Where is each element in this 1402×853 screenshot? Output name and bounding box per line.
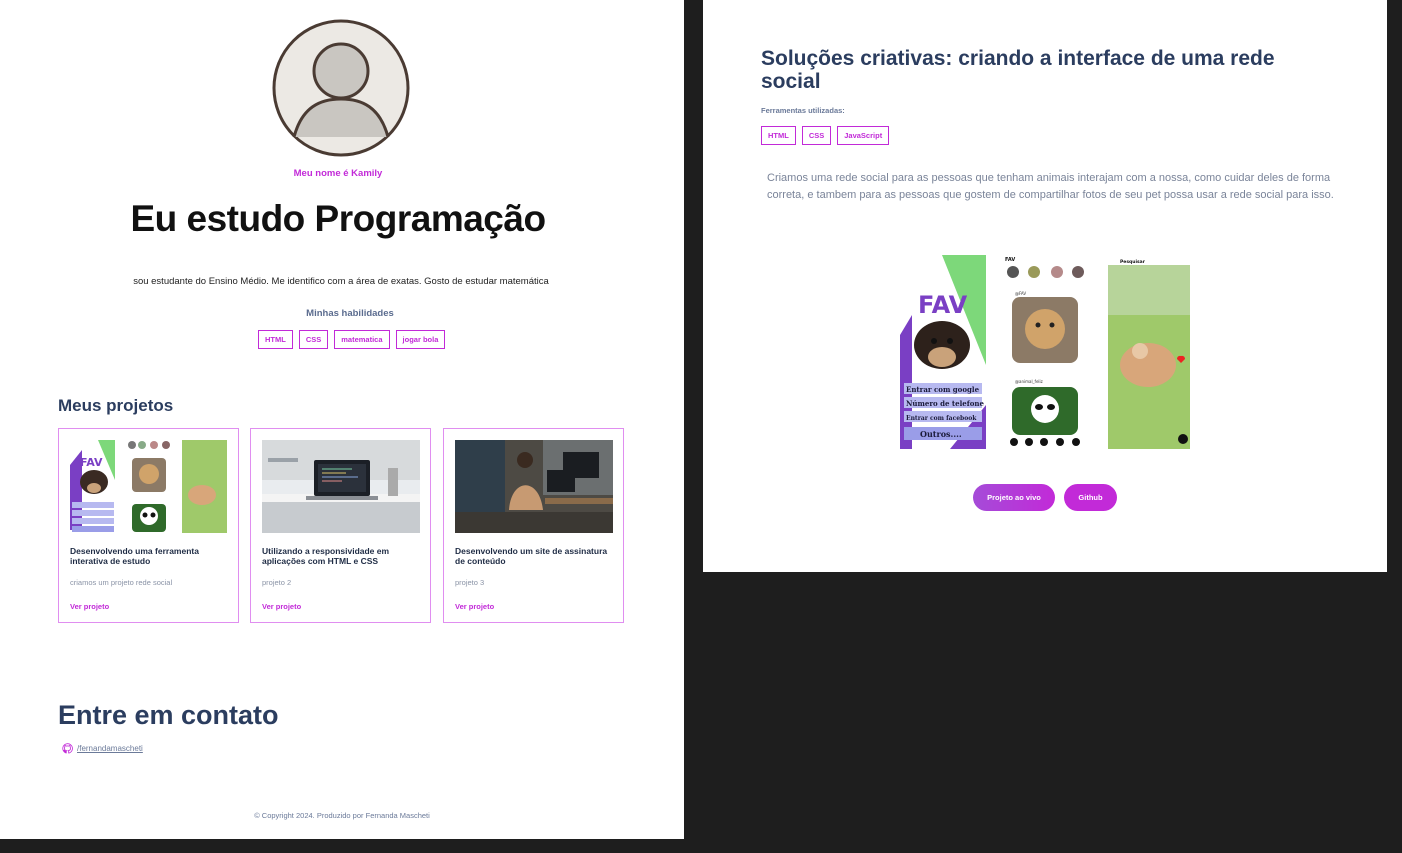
project-thumbnail: [262, 440, 420, 533]
project-title: Desenvolvendo uma ferramenta interativa …: [70, 546, 199, 566]
project-card[interactable]: Utilizando a responsividade em aplicaçõe…: [250, 428, 431, 623]
project-title: Desenvolvendo um site de assinatura de c…: [455, 546, 608, 566]
tool-tag: JavaScript: [837, 126, 890, 145]
project-description: criamos um projeto rede social: [70, 578, 173, 587]
bio-text: sou estudante do Ensino Médio. Me identi…: [133, 276, 549, 287]
mockup-login-option: Entrar com google: [906, 385, 980, 394]
github-icon: [62, 743, 73, 754]
projects-heading: Meus projetos: [58, 396, 174, 415]
project-title: Utilizando a responsividade em aplicaçõe…: [262, 546, 390, 566]
skill-tag: jogar bola: [395, 330, 446, 349]
mockup-login-option: Outros....: [920, 429, 962, 439]
footer: © Copyright 2024. Produzido por Fernanda…: [254, 811, 430, 820]
svg-text:FAV: FAV: [80, 456, 103, 469]
mockup-login-option: Entrar com facebook: [906, 415, 977, 422]
mockup-feed-user: @FAV: [1015, 291, 1026, 296]
mockup-feed-header: FAV: [1005, 257, 1015, 263]
skill-tag: HTML: [258, 330, 293, 349]
project-screenshot: FAV Entrar com google Número de telefone…: [900, 255, 1190, 449]
tool-tag: CSS: [801, 126, 832, 145]
project-card[interactable]: Desenvolvendo um site de assinatura de c…: [443, 428, 624, 623]
contact-heading: Entre em contato: [58, 700, 279, 730]
skill-tag: CSS: [298, 330, 329, 349]
live-project-button[interactable]: Projeto ao vivo: [973, 484, 1055, 511]
skills-list: HTML CSS matematica jogar bola: [258, 330, 446, 349]
name-line: Meu nome é Kamily: [293, 168, 383, 179]
github-button[interactable]: Github: [1064, 484, 1117, 511]
mockup-logo: FAV: [918, 291, 968, 319]
project-description: projeto 3: [455, 578, 485, 587]
mockup-login-option: Número de telefone: [906, 399, 984, 408]
tools-label: Ferramentas utilizadas:: [761, 106, 845, 115]
tool-tag: HTML: [761, 126, 796, 145]
project-link[interactable]: Ver projeto: [70, 602, 109, 611]
project-description: projeto 2: [262, 578, 292, 587]
page-title: Eu estudo Programação: [130, 198, 546, 239]
skill-tag: matematica: [334, 330, 390, 349]
project-detail-page: Soluções criativas: criando a interface …: [703, 0, 1387, 572]
project-card[interactable]: FAV Desenvolvendo uma ferramenta interat…: [58, 428, 239, 623]
skills-title: Minhas habilidades: [306, 308, 394, 319]
project-thumbnail: [455, 440, 613, 533]
project-link[interactable]: Ver projeto: [262, 602, 301, 611]
project-thumbnail: FAV: [70, 440, 228, 533]
github-link[interactable]: /fernandamascheti: [62, 743, 143, 754]
project-link[interactable]: Ver projeto: [455, 602, 494, 611]
mockup-feed-user: @animal_feliz: [1015, 379, 1043, 384]
portfolio-page: Meu nome é Kamily Eu estudo Programação …: [0, 0, 684, 839]
tools-list: HTML CSS JavaScript: [761, 126, 890, 145]
project-detail-title: Soluções criativas: criando a interface …: [761, 47, 1275, 93]
mockup-search-label: Pesquisar: [1120, 259, 1146, 265]
project-detail-description: Criamos uma rede social para as pessoas …: [767, 172, 1334, 201]
github-handle[interactable]: /fernandamascheti: [77, 744, 143, 753]
avatar: [272, 19, 410, 157]
